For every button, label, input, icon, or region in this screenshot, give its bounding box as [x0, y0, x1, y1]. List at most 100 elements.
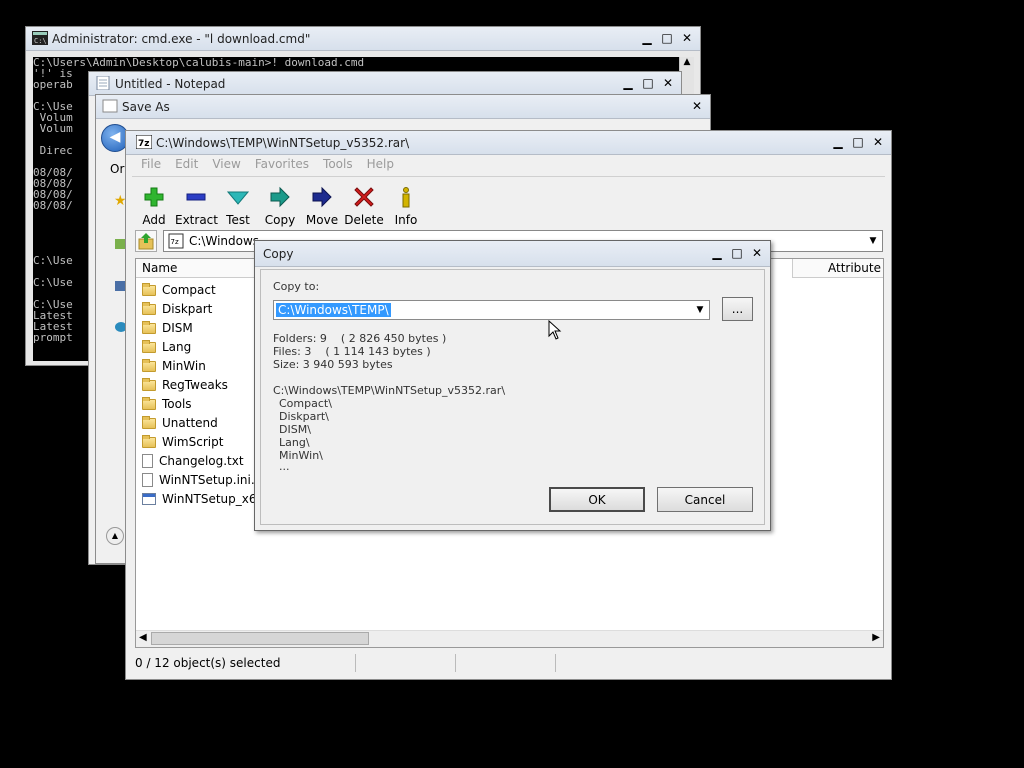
text-file-icon	[142, 454, 153, 468]
copy-path-combobox[interactable]: C:\Windows\TEMP\ ▼	[273, 300, 710, 320]
list-item[interactable]: Compact	[142, 281, 216, 299]
list-item-label: Diskpart	[162, 302, 213, 316]
status-divider	[455, 654, 456, 672]
folder-icon	[142, 415, 156, 429]
copy-dialog: Copy ▁ □ ✕ Copy to: C:\Windows\TEMP\ ▼ .…	[254, 240, 771, 531]
sevenzip-menubar: File Edit View Favorites Tools Help	[141, 157, 408, 171]
save-as-icon	[102, 99, 118, 113]
delete-label: Delete	[344, 213, 384, 227]
info-label: Info	[394, 213, 418, 227]
sevenzip-close-button[interactable]: ✕	[869, 134, 887, 150]
mouse-cursor-icon	[548, 320, 562, 340]
test-button[interactable]: Test	[217, 186, 259, 227]
sevenzip-minimize-button[interactable]: ▁	[829, 134, 847, 150]
list-item[interactable]: DISM	[142, 319, 193, 337]
copy-dialog-titlebar[interactable]: Copy ▁ □ ✕	[255, 241, 770, 267]
list-item-label: Unattend	[162, 416, 218, 430]
extract-label: Extract	[175, 213, 218, 227]
list-item-label: WimScript	[162, 435, 224, 449]
path-dropdown-button[interactable]: ▼	[693, 302, 707, 318]
hide-folders-button[interactable]: ▲	[106, 527, 124, 545]
sevenzip-title: C:\Windows\TEMP\WinNTSetup_v5352.rar\	[156, 136, 410, 150]
cancel-button[interactable]: Cancel	[657, 487, 753, 512]
move-button[interactable]: Move	[301, 186, 343, 227]
notepad-maximize-button[interactable]: □	[639, 75, 657, 91]
cmd-maximize-button[interactable]: □	[658, 30, 676, 46]
sevenzip-icon: 7z	[136, 135, 152, 149]
files-summary: Files: 3 ( 1 114 143 bytes )	[273, 345, 431, 358]
list-item[interactable]: WimScript	[142, 433, 223, 451]
extract-button[interactable]: Extract	[175, 186, 218, 227]
cmd-line: operab	[33, 78, 73, 91]
up-folder-button[interactable]	[135, 230, 157, 252]
copy-minimize-button[interactable]: ▁	[708, 245, 726, 261]
test-label: Test	[226, 213, 250, 227]
info-button[interactable]: Info	[385, 186, 427, 227]
list-item[interactable]: Changelog.txt	[142, 452, 244, 470]
scroll-up-arrow-icon[interactable]: ▲	[680, 57, 694, 71]
copy-to-label: Copy to:	[273, 280, 320, 293]
horizontal-scrollbar[interactable]: ◀ ▶	[136, 630, 883, 647]
browse-button[interactable]: ...	[722, 297, 753, 321]
list-item[interactable]: Tools	[142, 395, 192, 413]
delete-x-icon	[354, 187, 374, 207]
cmd-titlebar[interactable]: C:\ Administrator: cmd.exe - "l download…	[26, 27, 700, 51]
scroll-right-arrow-icon[interactable]: ▶	[872, 632, 880, 643]
list-item-label: WinNTSetup.ini.tx	[159, 473, 267, 487]
copy-close-button[interactable]: ✕	[748, 245, 766, 261]
folder-icon	[142, 434, 156, 448]
status-bar: 0 / 12 object(s) selected	[135, 654, 884, 674]
svg-text:7z: 7z	[171, 238, 179, 246]
column-attribute-label: Attribute	[828, 261, 881, 275]
menu-favorites[interactable]: Favorites	[255, 157, 309, 171]
cmd-line: C:\Users\Admin\Desktop\calubis-main>! do…	[33, 57, 365, 69]
list-item-label: Compact	[162, 283, 216, 297]
folder-icon	[142, 339, 156, 353]
copy-label: Copy	[264, 213, 296, 227]
scrollbar-thumb[interactable]	[151, 632, 369, 645]
notepad-titlebar[interactable]: Untitled - Notepad ▁ □ ✕	[89, 72, 681, 96]
menu-file[interactable]: File	[141, 157, 161, 171]
item-line: Diskpart\	[279, 410, 329, 423]
sevenzip-maximize-button[interactable]: □	[849, 134, 867, 150]
list-item[interactable]: WinNTSetup.ini.tx	[142, 471, 266, 489]
text-file-icon	[142, 473, 153, 487]
exe-file-icon	[142, 493, 156, 505]
notepad-minimize-button[interactable]: ▁	[619, 75, 637, 91]
delete-button[interactable]: Delete	[343, 186, 385, 227]
copy-maximize-button[interactable]: □	[728, 245, 746, 261]
archive-path: C:\Windows\TEMP\WinNTSetup_v5352.rar\	[273, 384, 506, 397]
address-dropdown-button[interactable]: ▼	[866, 233, 880, 249]
list-item[interactable]: Lang	[142, 338, 191, 356]
save-as-close-button[interactable]: ✕	[688, 98, 706, 114]
cmd-minimize-button[interactable]: ▁	[638, 30, 656, 46]
check-icon	[226, 191, 250, 205]
menu-edit[interactable]: Edit	[175, 157, 198, 171]
list-item[interactable]: RegTweaks	[142, 376, 228, 394]
add-label: Add	[142, 213, 166, 227]
folder-icon	[142, 282, 156, 296]
copy-button[interactable]: Copy	[259, 186, 301, 227]
menu-help[interactable]: Help	[367, 157, 394, 171]
menu-view[interactable]: View	[212, 157, 240, 171]
folder-icon	[142, 377, 156, 391]
folder-icon	[142, 320, 156, 334]
scroll-left-arrow-icon[interactable]: ◀	[139, 632, 147, 643]
save-as-titlebar[interactable]: Save As ✕	[96, 95, 710, 119]
column-header-name[interactable]: Name	[136, 259, 257, 278]
list-item[interactable]: MinWin	[142, 357, 206, 375]
list-item-label: MinWin	[162, 359, 206, 373]
move-arrow-icon	[312, 186, 332, 208]
column-header-attribute[interactable]: Attribute	[792, 259, 883, 278]
list-item[interactable]: Unattend	[142, 414, 218, 432]
notepad-close-button[interactable]: ✕	[659, 75, 677, 91]
add-button[interactable]: Add	[133, 186, 175, 227]
folder-icon	[142, 301, 156, 315]
address-text: C:\Windows	[189, 234, 260, 248]
list-item[interactable]: Diskpart	[142, 300, 212, 318]
cmd-close-button[interactable]: ✕	[678, 30, 696, 46]
copy-path-value[interactable]: C:\Windows\TEMP\	[276, 303, 391, 317]
sevenzip-titlebar[interactable]: 7z C:\Windows\TEMP\WinNTSetup_v5352.rar\…	[126, 131, 891, 155]
menu-tools[interactable]: Tools	[323, 157, 353, 171]
ok-button[interactable]: OK	[549, 487, 645, 512]
